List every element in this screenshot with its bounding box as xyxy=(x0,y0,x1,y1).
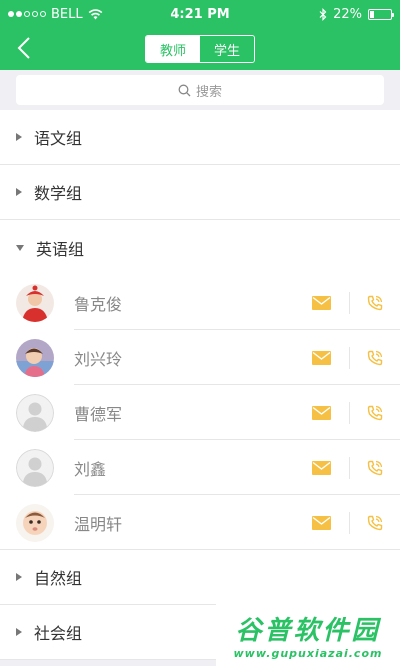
battery-level xyxy=(370,10,375,18)
email-button[interactable] xyxy=(293,330,349,385)
member-name: 刘兴玲 xyxy=(74,349,123,369)
wifi-icon xyxy=(88,8,102,19)
group-name: 社会组 xyxy=(34,624,83,643)
member-row[interactable]: 鲁克俊 xyxy=(0,275,400,330)
member-row[interactable]: 曹德军 xyxy=(0,385,400,440)
phone-icon xyxy=(367,460,383,475)
avatar xyxy=(16,393,54,432)
search-area: 搜索 xyxy=(0,70,400,110)
email-button[interactable] xyxy=(293,440,349,495)
call-button[interactable] xyxy=(350,495,400,550)
tab-students[interactable]: 学生 xyxy=(200,36,254,62)
battery-icon xyxy=(368,8,394,20)
watermark-url: www.gupuxiazai.com xyxy=(233,647,383,660)
group-row-expanded[interactable]: 英语组 xyxy=(0,220,400,275)
member-name: 刘鑫 xyxy=(74,459,107,479)
mail-icon xyxy=(311,350,331,365)
member-row[interactable]: 刘鑫 xyxy=(0,440,400,495)
mail-icon xyxy=(311,405,331,420)
screen: BELL 4:21 PM 22% 教师 学生 搜索 语文组 数学组 英语组 鲁克… xyxy=(0,0,400,666)
group-name: 英语组 xyxy=(36,239,85,259)
member-name: 曹德军 xyxy=(74,404,123,424)
email-button[interactable] xyxy=(293,495,349,550)
member-actions xyxy=(293,330,400,385)
watermark: 谷普软件园 www.gupuxiazai.com xyxy=(216,604,400,666)
chevron-left-icon xyxy=(17,37,30,59)
status-bar: BELL 4:21 PM 22% xyxy=(0,0,400,28)
caret-down-icon xyxy=(16,244,24,251)
phone-icon xyxy=(367,405,383,420)
avatar xyxy=(16,338,54,377)
group-name: 语文组 xyxy=(34,129,83,148)
group-row[interactable]: 自然组 xyxy=(0,550,400,605)
call-button[interactable] xyxy=(350,330,400,385)
signal-icon xyxy=(8,11,46,17)
contact-list: 语文组 数学组 英语组 鲁克俊 刘兴玲 曹德军 刘鑫 温明轩 自然组 社会组 xyxy=(0,110,400,660)
avatar xyxy=(16,503,54,542)
member-name: 温明轩 xyxy=(74,514,123,534)
member-row[interactable]: 温明轩 xyxy=(0,495,400,550)
status-right: 22% xyxy=(319,6,394,22)
group-name: 自然组 xyxy=(34,569,83,588)
phone-icon xyxy=(367,515,383,530)
search-input[interactable]: 搜索 xyxy=(16,75,384,105)
caret-right-icon xyxy=(16,133,22,141)
call-button[interactable] xyxy=(350,385,400,440)
member-actions xyxy=(293,385,400,440)
mail-icon xyxy=(311,295,331,310)
bluetooth-icon xyxy=(319,7,327,21)
battery-label: 22% xyxy=(333,6,362,22)
carrier-label: BELL xyxy=(51,6,83,22)
email-button[interactable] xyxy=(293,385,349,440)
member-row[interactable]: 刘兴玲 xyxy=(0,330,400,385)
header: BELL 4:21 PM 22% 教师 学生 xyxy=(0,0,400,70)
caret-right-icon xyxy=(16,573,22,581)
call-button[interactable] xyxy=(350,275,400,330)
phone-icon xyxy=(367,295,383,310)
search-icon xyxy=(178,84,191,96)
watermark-title: 谷普软件园 xyxy=(235,616,381,646)
group-row[interactable]: 语文组 xyxy=(0,110,400,165)
phone-icon xyxy=(367,350,383,365)
mail-icon xyxy=(311,460,331,475)
status-left: BELL xyxy=(8,7,103,22)
member-actions xyxy=(293,275,400,330)
group-row[interactable]: 数学组 xyxy=(0,165,400,220)
member-actions xyxy=(293,495,400,550)
tab-teachers[interactable]: 教师 xyxy=(146,36,200,62)
mail-icon xyxy=(311,515,331,530)
call-button[interactable] xyxy=(350,440,400,495)
segmented-control: 教师 学生 xyxy=(145,35,255,63)
nav-bar: 教师 学生 xyxy=(0,28,400,70)
row-divider xyxy=(0,549,400,550)
avatar xyxy=(16,448,54,487)
caret-right-icon xyxy=(16,188,22,196)
member-actions xyxy=(293,440,400,495)
back-button[interactable] xyxy=(12,34,36,62)
group-name: 数学组 xyxy=(34,184,83,203)
member-name: 鲁克俊 xyxy=(74,294,123,314)
avatar xyxy=(16,283,54,322)
caret-right-icon xyxy=(16,628,22,636)
search-placeholder: 搜索 xyxy=(195,84,222,100)
email-button[interactable] xyxy=(293,275,349,330)
